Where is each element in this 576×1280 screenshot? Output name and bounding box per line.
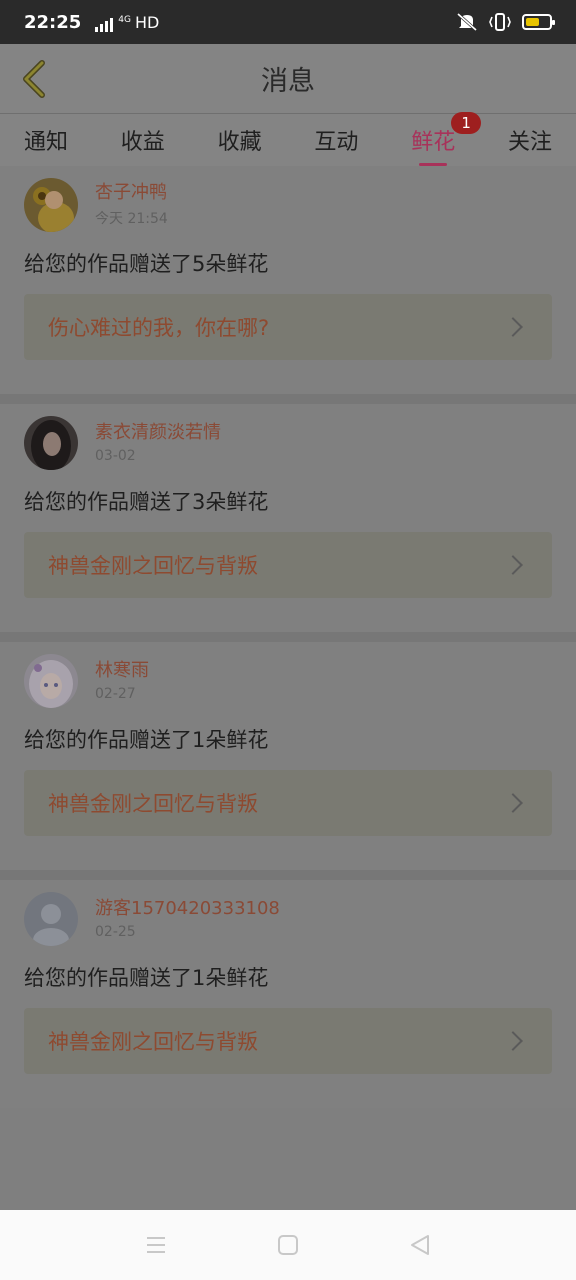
status-bar: 22:25 4G HD: [0, 0, 576, 44]
work-title: 神兽金刚之回忆与背叛: [48, 1030, 258, 1054]
app-screen: 消息 通知 收益 收藏 互动 鲜花 1 关注 杏子冲鸭 今天 21:54 给您的…: [0, 44, 576, 1210]
chevron-right-icon: [503, 793, 523, 813]
username[interactable]: 素衣清颜淡若情: [95, 422, 221, 444]
network-indicator: 4G HD: [95, 13, 159, 32]
signal-icon: [95, 16, 114, 32]
work-link[interactable]: 神兽金刚之回忆与背叛: [24, 1008, 552, 1074]
default-avatar-icon[interactable]: [24, 892, 78, 946]
message-list: 杏子冲鸭 今天 21:54 给您的作品赠送了5朵鲜花 伤心难过的我，你在哪? 素…: [0, 166, 576, 1108]
system-nav-bar: [0, 1210, 576, 1280]
work-link[interactable]: 神兽金刚之回忆与背叛: [24, 532, 552, 598]
menu-icon: [147, 1237, 165, 1253]
tab-earnings[interactable]: 收益: [121, 124, 165, 156]
title-bar: 消息: [0, 44, 576, 114]
home-square-icon: [278, 1235, 298, 1255]
tab-flowers[interactable]: 鲜花 1: [411, 112, 482, 166]
message-card: 游客1570420333108 02-25 给您的作品赠送了1朵鲜花 神兽金刚之…: [0, 880, 576, 1108]
work-link[interactable]: 伤心难过的我，你在哪?: [24, 294, 552, 360]
username[interactable]: 杏子冲鸭: [95, 182, 168, 204]
message-card: 林寒雨 02-27 给您的作品赠送了1朵鲜花 神兽金刚之回忆与背叛: [0, 642, 576, 870]
message-time: 今天 21:54: [95, 211, 168, 227]
divider: [0, 870, 576, 880]
tab-interactions[interactable]: 互动: [314, 124, 358, 156]
message-card: 杏子冲鸭 今天 21:54 给您的作品赠送了5朵鲜花 伤心难过的我，你在哪?: [0, 166, 576, 394]
chevron-right-icon: [503, 317, 523, 337]
back-button[interactable]: [14, 58, 54, 100]
divider: [0, 632, 576, 642]
chevron-right-icon: [503, 555, 523, 575]
home-button[interactable]: [275, 1232, 301, 1258]
vibrate-icon: [489, 13, 511, 31]
back-triangle-icon: [411, 1235, 429, 1255]
gift-text: 给您的作品赠送了5朵鲜花: [24, 252, 269, 276]
message-time: 03-02: [95, 448, 136, 464]
tab-bar: 通知 收益 收藏 互动 鲜花 1 关注: [0, 112, 576, 166]
menu-button[interactable]: [143, 1232, 169, 1258]
work-title: 神兽金刚之回忆与背叛: [48, 792, 258, 816]
tab-following[interactable]: 关注: [508, 124, 552, 156]
gift-text: 给您的作品赠送了1朵鲜花: [24, 966, 269, 990]
back-nav-button[interactable]: [407, 1232, 433, 1258]
tab-flowers-badge: 1: [451, 112, 482, 134]
status-time: 22:25: [24, 11, 82, 33]
girl-avatar-icon[interactable]: [24, 416, 78, 470]
hd-label: HD: [135, 12, 160, 32]
work-title: 神兽金刚之回忆与背叛: [48, 554, 258, 578]
username[interactable]: 林寒雨: [95, 660, 149, 682]
back-arrow-icon: [23, 60, 45, 98]
network-type: 4G: [118, 14, 131, 25]
work-title: 伤心难过的我，你在哪?: [48, 316, 270, 340]
gift-text: 给您的作品赠送了3朵鲜花: [24, 490, 269, 514]
tab-flowers-label: 鲜花: [411, 130, 456, 155]
username[interactable]: 游客1570420333108: [95, 898, 280, 920]
work-link[interactable]: 神兽金刚之回忆与背叛: [24, 770, 552, 836]
sunflower-avatar-icon[interactable]: [24, 178, 78, 232]
message-time: 02-25: [95, 924, 136, 940]
gift-text: 给您的作品赠送了1朵鲜花: [24, 728, 269, 752]
battery-icon: [522, 14, 555, 30]
page-title: 消息: [261, 66, 315, 97]
chevron-right-icon: [503, 1031, 523, 1051]
divider: [0, 394, 576, 404]
tab-notifications[interactable]: 通知: [24, 124, 68, 156]
tab-favorites[interactable]: 收藏: [218, 124, 262, 156]
status-icons: [456, 12, 555, 32]
anime-avatar-icon[interactable]: [24, 654, 78, 708]
mute-bell-icon: [457, 12, 477, 32]
message-time: 02-27: [95, 686, 136, 702]
message-card: 素衣清颜淡若情 03-02 给您的作品赠送了3朵鲜花 神兽金刚之回忆与背叛: [0, 404, 576, 632]
